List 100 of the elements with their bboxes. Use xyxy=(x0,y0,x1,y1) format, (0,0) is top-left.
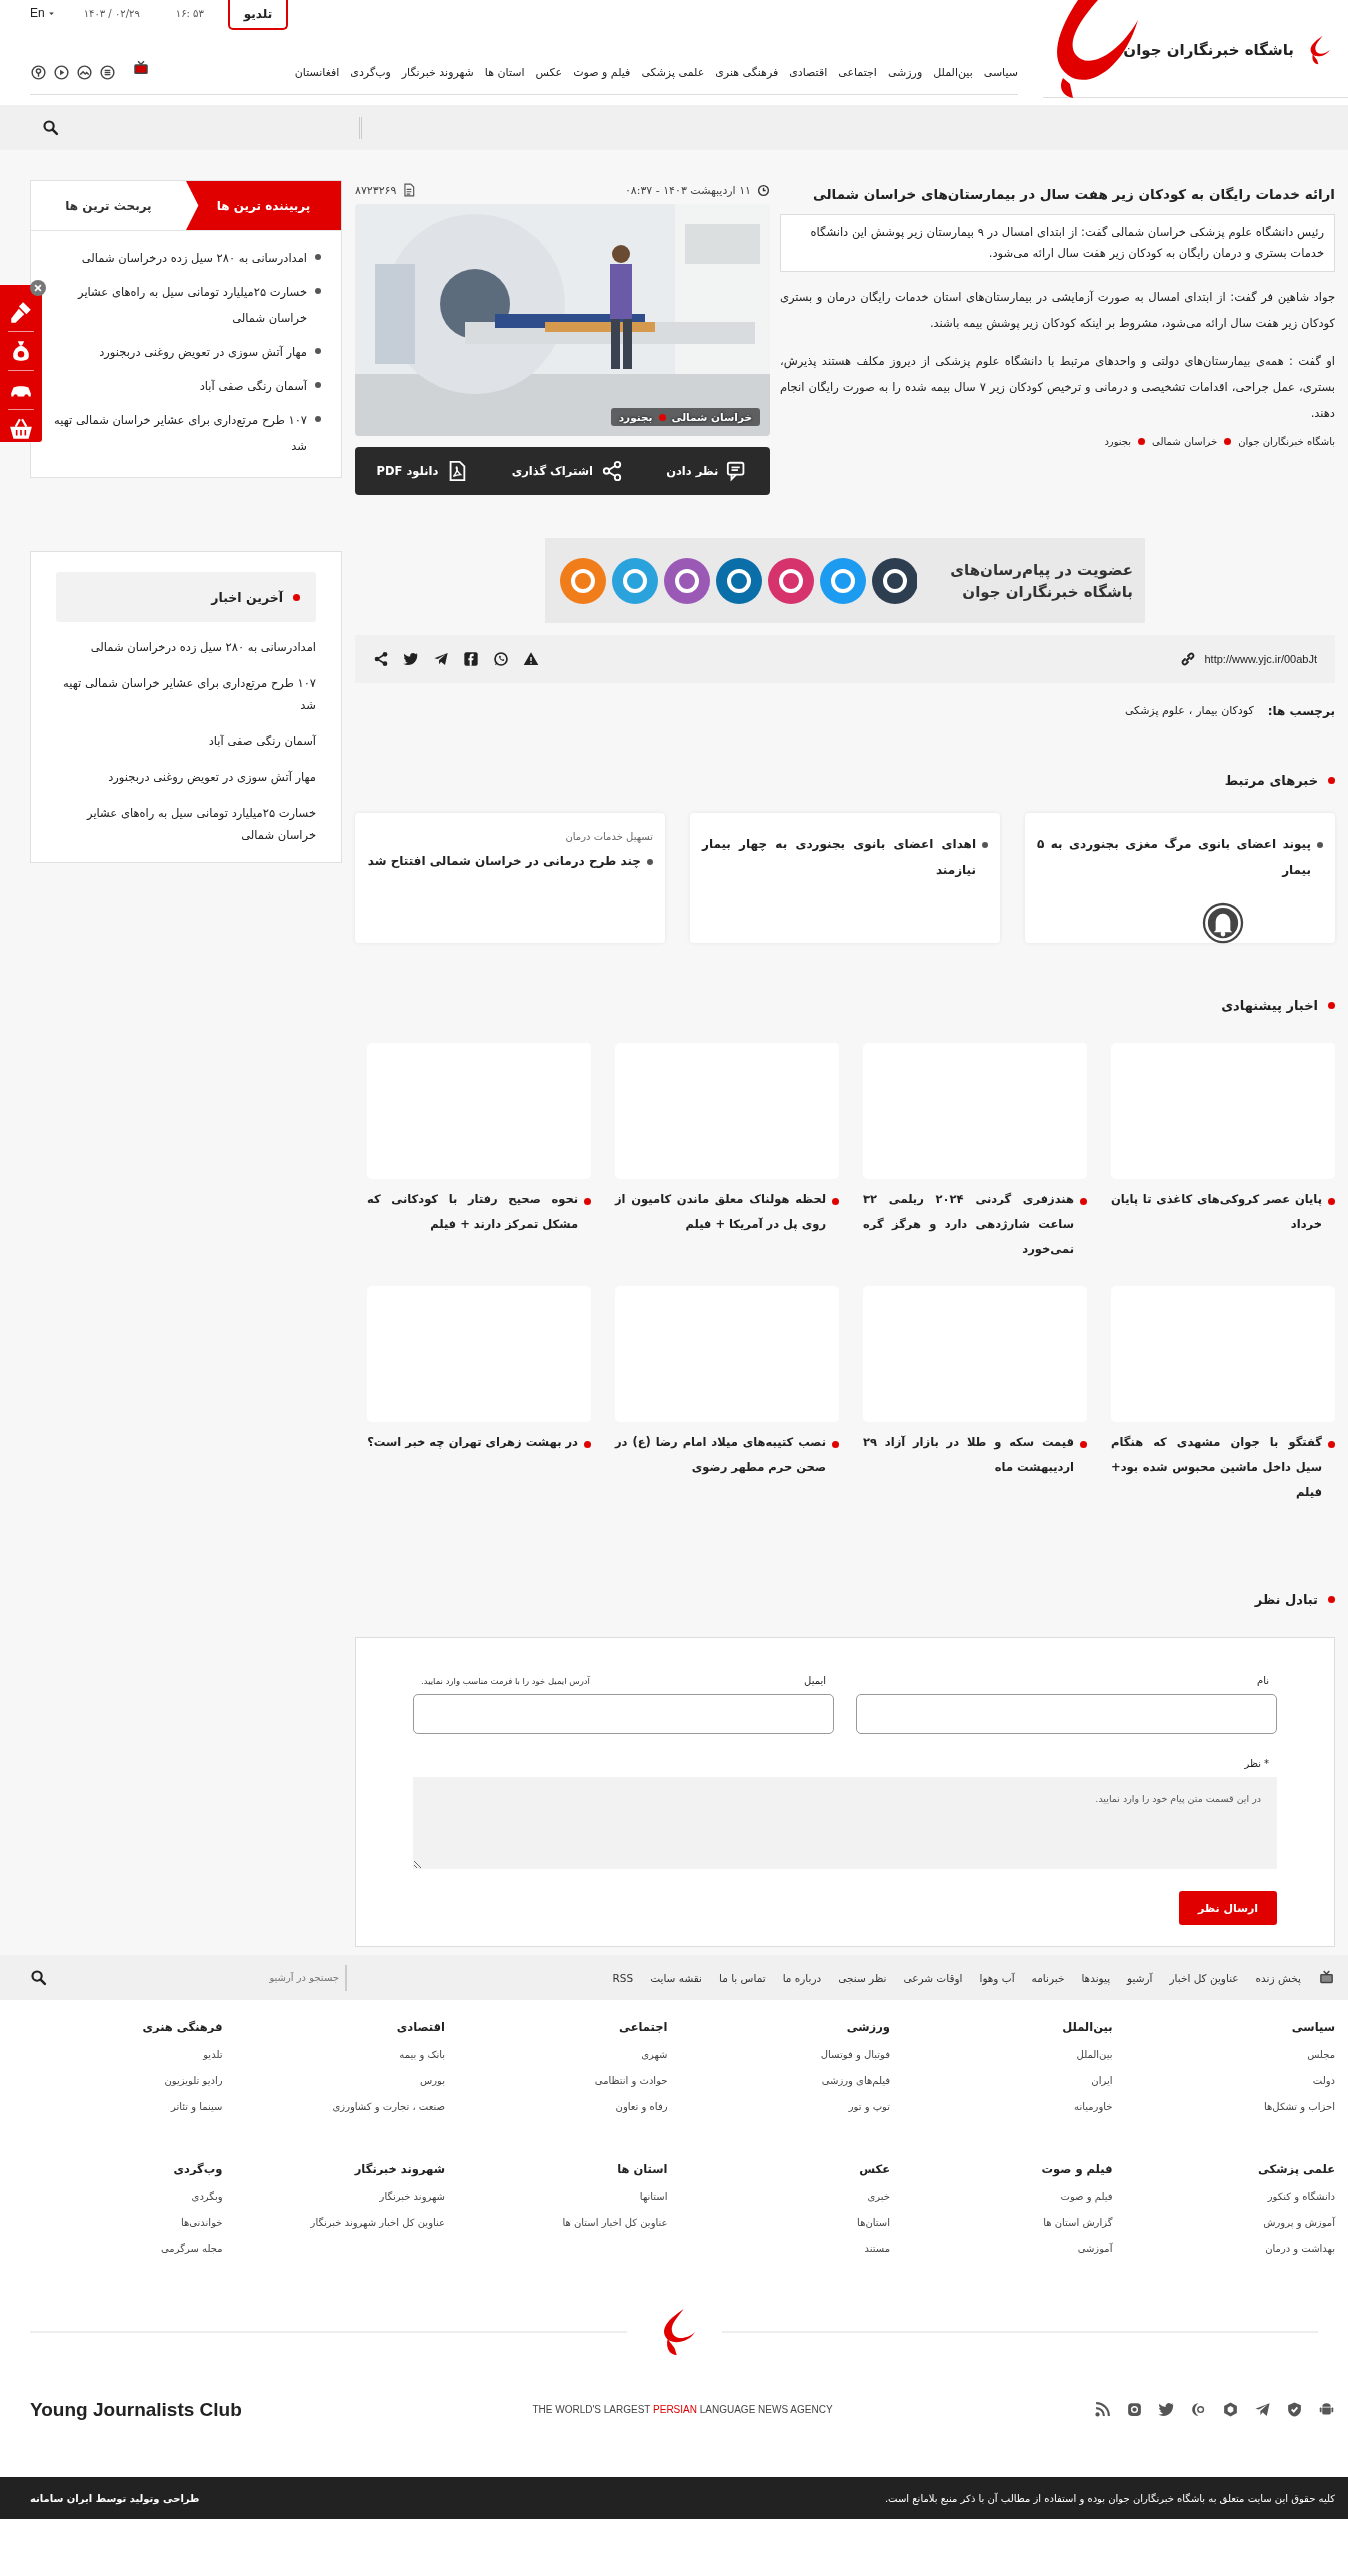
footer-link[interactable]: گزارش استان ها xyxy=(920,2210,1113,2236)
whatsapp-icon[interactable] xyxy=(493,651,509,667)
footer-heading[interactable]: فیلم و صوت xyxy=(920,2162,1113,2176)
language-button[interactable]: En xyxy=(30,0,56,20)
tv-icon[interactable] xyxy=(1318,1969,1335,1986)
nav-link[interactable]: استان ها xyxy=(484,65,525,79)
share-button[interactable]: اشتراک گذاری xyxy=(505,459,629,483)
footer-heading[interactable]: اقتصادی xyxy=(252,2020,445,2034)
footer-link[interactable]: مستند xyxy=(697,2236,890,2262)
bell-icon[interactable] xyxy=(1201,901,1245,945)
footer-heading[interactable]: ورزشی xyxy=(697,2020,890,2034)
search-button[interactable] xyxy=(30,1969,47,1986)
messenger-banner[interactable]: عضویت در پیام‌رسان‌های باشگاه خبرنگاران جوان xyxy=(545,538,1145,623)
news-title[interactable]: هندزفری گردنی ۲۰۲۴ ریلمی ۳۲ ساعت شارژدهی دارد و هرگز گره نمی‌خورد xyxy=(863,1187,1074,1262)
footer-link[interactable]: احزاب و تشکل‌ها xyxy=(1142,2094,1335,2120)
footer-link[interactable]: توپ و تور xyxy=(697,2094,890,2120)
footer-link[interactable]: سینما و تئاتر xyxy=(30,2094,223,2120)
twitter-icon[interactable] xyxy=(403,651,419,667)
footer-link[interactable]: مجلس xyxy=(1142,2042,1335,2068)
rss-icon[interactable] xyxy=(1094,2401,1111,2418)
footer-heading[interactable]: شهروند خبرنگار xyxy=(252,2162,445,2176)
play-icon[interactable] xyxy=(53,63,70,81)
footer-heading[interactable]: استان ها xyxy=(475,2162,668,2176)
footer-link[interactable]: آرشیو xyxy=(1127,1971,1153,1984)
footer-link[interactable]: بین‌الملل xyxy=(920,2042,1113,2068)
footer-link[interactable]: RSS xyxy=(612,1971,634,1984)
footer-link[interactable]: شهری xyxy=(475,2042,668,2068)
footer-link[interactable]: صنعت ، تجارت و کشاورزی xyxy=(252,2094,445,2120)
tab[interactable]: پربیننده ترین ها xyxy=(186,181,341,230)
telegram-icon[interactable] xyxy=(1254,2401,1271,2418)
footer-link[interactable]: شهروند خبرنگار xyxy=(252,2184,445,2210)
footer-link[interactable]: خبرنامه xyxy=(1031,1971,1065,1984)
nav-link[interactable]: اقتصادی xyxy=(789,65,828,79)
news-title[interactable]: نصب کتیبه‌های میلاد امام رضا (ع) در صحن حرم مطهر رضوی xyxy=(615,1430,826,1480)
archive-search-field[interactable]: جستجو در آرشیو xyxy=(137,1964,347,1991)
footer-link[interactable]: حوادث و انتظامی xyxy=(475,2068,668,2094)
footer-link[interactable]: بهداشت و درمان xyxy=(1142,2236,1335,2262)
hexagon-icon[interactable] xyxy=(1222,2401,1239,2418)
footer-heading[interactable]: سیاسی xyxy=(1142,2020,1335,2034)
footer-link[interactable]: تماس با ما xyxy=(719,1971,766,1984)
podcast-icon[interactable] xyxy=(30,63,47,81)
nav-link[interactable]: اجتماعی xyxy=(838,65,877,79)
footer-link[interactable]: مجله سرگرمی xyxy=(30,2236,223,2262)
news-title[interactable]: پایان عصر کروکی‌های کاغذی تا پایان خرداد xyxy=(1111,1187,1322,1237)
name-field[interactable] xyxy=(856,1694,1277,1734)
instagram-icon[interactable] xyxy=(1126,2401,1143,2418)
footer-link[interactable]: دولت xyxy=(1142,2068,1335,2094)
footer-link[interactable]: نظر سنجی xyxy=(838,1971,887,1984)
submit-button[interactable]: ارسال نظر xyxy=(1179,1891,1277,1925)
footer-link[interactable]: اوقات شرعی xyxy=(903,1971,963,1984)
breadcrumb-link[interactable]: بجنورد xyxy=(1104,436,1132,447)
news-title[interactable]: گفتگو با جوان مشهدی که هنگام سیل داخل ماشین محبوس شده بود+ فیلم xyxy=(1111,1430,1322,1505)
comment-field[interactable]: در این قسمت متن پیام خود را وارد نمایید. xyxy=(413,1777,1277,1869)
news-title[interactable]: قیمت سکه و طلا در بازار آزاد ۲۹ اردیبهشت ماه xyxy=(863,1430,1074,1480)
facebook-icon[interactable] xyxy=(463,651,479,667)
footer-link[interactable]: عناوین کل اخبار شهروند خبرنگار xyxy=(252,2210,445,2236)
nav-link[interactable]: وب‌گردی xyxy=(350,65,391,79)
footer-heading[interactable]: وب‌گردی xyxy=(30,2162,223,2176)
card-title[interactable]: اهدای اعضای بانوی بجنوردی به چهار بیمار نیازمند xyxy=(702,831,976,883)
close-button[interactable] xyxy=(30,280,46,296)
footer-link[interactable]: رادیو تلویزیون xyxy=(30,2068,223,2094)
footer-link[interactable]: استانها xyxy=(475,2184,668,2210)
news-title[interactable]: نحوه صحیح رفتار با کودکانی که مشکل تمرکز دارند + فیلم xyxy=(367,1187,578,1237)
footer-link[interactable]: پخش زنده xyxy=(1255,1971,1301,1984)
footer-link[interactable]: بورس xyxy=(252,2068,445,2094)
footer-link[interactable]: آب وهوا xyxy=(979,1971,1015,1984)
nav-link[interactable]: افغانستان xyxy=(294,65,340,79)
list-icon[interactable] xyxy=(99,63,116,81)
footer-link[interactable]: خبری xyxy=(697,2184,890,2210)
news-card[interactable]: اهدای اعضای بانوی بجنوردی به چهار بیمار نیازمند xyxy=(690,813,1000,943)
tag-link[interactable]: علوم پزشکی xyxy=(1124,704,1185,717)
news-title[interactable]: در بهشت زهرای تهران چه خبر است؟ xyxy=(367,1430,578,1455)
footer-link[interactable]: خاورمیانه xyxy=(920,2094,1113,2120)
footer-link[interactable]: بانک و بیمه xyxy=(252,2042,445,2068)
nav-link[interactable]: بین‌الملل xyxy=(933,65,973,79)
telegram-icon[interactable] xyxy=(433,651,449,667)
nav-link[interactable]: فیلم و صوت xyxy=(573,65,631,79)
footer-heading[interactable]: فرهنگی هنری xyxy=(30,2020,223,2034)
footer-link[interactable]: عناوین کل اخبار xyxy=(1169,1971,1239,1984)
footer-link[interactable]: آموزش و پرورش xyxy=(1142,2210,1335,2236)
email-field[interactable] xyxy=(413,1694,834,1734)
gallery-icon[interactable] xyxy=(76,63,93,81)
search-button[interactable] xyxy=(42,119,59,136)
chat-icon[interactable] xyxy=(1190,2401,1207,2418)
footer-link[interactable]: استان‌ها xyxy=(697,2210,890,2236)
footer-link[interactable]: نقشه سایت xyxy=(650,1971,702,1984)
footer-heading[interactable]: اجتماعی xyxy=(475,2020,668,2034)
footer-heading[interactable]: علمی پزشکی xyxy=(1142,2162,1335,2176)
breadcrumb-link[interactable]: خراسان شمالی xyxy=(1152,436,1218,447)
footer-link[interactable]: فیلم و صوت xyxy=(920,2184,1113,2210)
footer-link[interactable]: درباره ما xyxy=(782,1971,822,1984)
footer-link[interactable]: تلدیو xyxy=(30,2042,223,2068)
twitter-icon[interactable] xyxy=(1158,2401,1175,2418)
share-icon[interactable] xyxy=(373,651,389,667)
news-link[interactable]: مهار آتش سوزی در تعویض روغنی دربجنورد xyxy=(56,766,316,788)
nav-link[interactable]: عکس xyxy=(535,65,563,79)
footer-link[interactable]: رفاه و تعاون xyxy=(475,2094,668,2120)
footer-link[interactable]: پیوندها xyxy=(1081,1971,1111,1984)
nav-link[interactable]: فرهنگی هنری xyxy=(715,65,779,79)
image-tag[interactable]: بجنورد xyxy=(618,411,653,423)
